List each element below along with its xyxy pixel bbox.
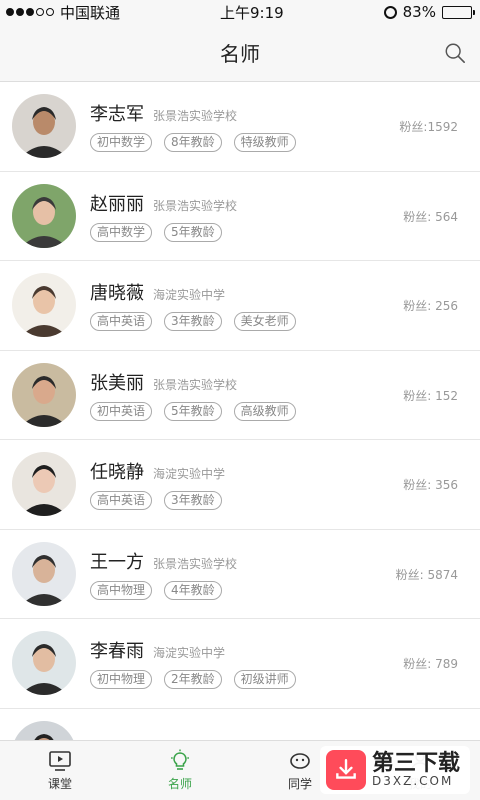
teacher-tag: 2年教龄: [164, 670, 222, 690]
teacher-row[interactable]: 王一方 张景浩实验学校 高中物理 4年教龄 粉丝: 5874: [0, 530, 480, 619]
battery-icon: [441, 5, 475, 19]
teacher-school: 张景浩实验学校: [153, 109, 238, 124]
teacher-row[interactable]: 李春雨 海淀实验中学 初中物理 2年教龄 初级讲师 粉丝: 789: [0, 619, 480, 709]
teacher-school: 张景浩实验学校: [153, 377, 238, 392]
teacher-tag: 高中物理: [90, 580, 153, 600]
carrier-label: 中国联通: [60, 3, 121, 22]
classmates-icon: [290, 753, 310, 769]
clock: 上午9:19: [219, 3, 284, 22]
search-icon[interactable]: [444, 42, 466, 64]
teacher-tag: 美女老师: [233, 312, 296, 332]
fans-count: 粉丝:1592: [399, 120, 458, 134]
teacher-avatar: [12, 720, 76, 740]
teacher-name: 张美丽: [90, 372, 144, 394]
teacher-avatar: [12, 273, 76, 338]
nav-bar: 名师: [0, 24, 480, 82]
teacher-name: 李春雨: [90, 641, 144, 663]
teacher-avatar: [12, 183, 76, 248]
fans-count: 粉丝: 5874: [395, 567, 458, 582]
signal-icon: [6, 8, 54, 16]
teacher-tag: 8年教龄: [164, 133, 222, 153]
teacher-tag: 高级教师: [233, 401, 296, 421]
teacher-row[interactable]: 张美丽 张景浩实验学校 初中英语 5年教龄 高级教师 粉丝: 152: [0, 351, 480, 440]
teacher-tag: 4年教龄: [164, 580, 222, 600]
watermark-title: 第三下载: [372, 751, 461, 776]
teacher-row[interactable]: 唐晓薇 海淀实验中学 高中英语 3年教龄 美女老师 粉丝: 256: [0, 261, 480, 351]
teacher-tag: 3年教龄: [164, 312, 222, 332]
battery-percent: 83%: [402, 3, 436, 21]
status-bar: 中国联通 上午9:19 83%: [0, 0, 480, 24]
fans-count: 粉丝: 152: [403, 388, 458, 403]
tab-bar: 课堂 名师 同学 我的 第三下载: [0, 740, 480, 800]
teacher-avatar: [12, 452, 76, 517]
teacher-row[interactable]: 任晓静 海淀实验中学 高中英语 3年教龄 粉丝: 356: [0, 440, 480, 530]
fans-count: 粉丝: 256: [403, 299, 458, 313]
teacher-tag: 初中数学: [90, 133, 153, 153]
teacher-tag: 特级教师: [233, 133, 296, 153]
teacher-school: 海淀实验中学: [153, 646, 226, 661]
teacher-tag: 3年教龄: [164, 491, 222, 511]
teacher-row[interactable]: 赵丽丽 张景浩实验学校 高中数学 5年教龄 粉丝: 564: [0, 172, 480, 261]
classroom-icon: [49, 751, 71, 771]
watermark-site: D3XZ.COM: [372, 774, 454, 788]
teacher-tag: 高中英语: [90, 491, 153, 511]
teacher-avatar: [12, 362, 76, 427]
page-title: 名师: [220, 42, 260, 66]
teacher-tag: 高中数学: [90, 222, 153, 242]
teacher-name: 王一方: [90, 551, 144, 573]
teacher-tag: 初中物理: [90, 670, 153, 690]
teacher-name: 赵丽丽: [90, 193, 144, 215]
teacher-tag: 高中英语: [90, 312, 153, 332]
teacher-tag: 5年教龄: [164, 401, 222, 421]
bulb-icon: [171, 749, 189, 770]
tab-classmates-label: 同学: [287, 777, 312, 791]
teacher-row[interactable]: 曹海滨北航附中: [0, 709, 480, 740]
tab-classroom-label: 课堂: [47, 777, 72, 791]
teacher-avatar: [12, 631, 76, 696]
watermark-logo: 第三下载 D3XZ.COM: [320, 746, 470, 794]
download-icon: [326, 750, 366, 790]
teacher-tag: 初中英语: [90, 401, 153, 421]
teacher-name: 李志军: [90, 104, 144, 126]
teacher-school: 张景浩实验学校: [153, 556, 238, 571]
teacher-row[interactable]: 李志军 张景浩实验学校 初中数学 8年教龄 特级教师 粉丝:1592: [0, 82, 480, 172]
alarm-icon: [383, 5, 397, 19]
teacher-school: 海淀实验中学: [153, 467, 226, 482]
teacher-name: 任晓静: [90, 462, 144, 484]
teacher-avatar: [12, 541, 76, 606]
teacher-school: 张景浩实验学校: [153, 198, 238, 213]
tab-teachers-label: 名师: [167, 777, 192, 791]
teacher-school: 海淀实验中学: [153, 288, 226, 303]
fans-count: 粉丝: 789: [403, 657, 458, 671]
fans-count: 粉丝: 356: [403, 478, 458, 492]
teacher-name: 唐晓薇: [90, 283, 144, 305]
fans-count: 粉丝: 564: [403, 209, 458, 224]
teacher-list: 李志军 张景浩实验学校 初中数学 8年教龄 特级教师 粉丝:1592 赵丽丽 张景浩实验学校…: [0, 82, 480, 740]
teacher-tag: 初级讲师: [233, 670, 296, 690]
teacher-avatar: [12, 94, 76, 159]
teacher-tag: 5年教龄: [164, 222, 222, 242]
tab-teachers[interactable]: 名师: [120, 741, 240, 800]
tab-classroom[interactable]: 课堂: [0, 741, 120, 800]
